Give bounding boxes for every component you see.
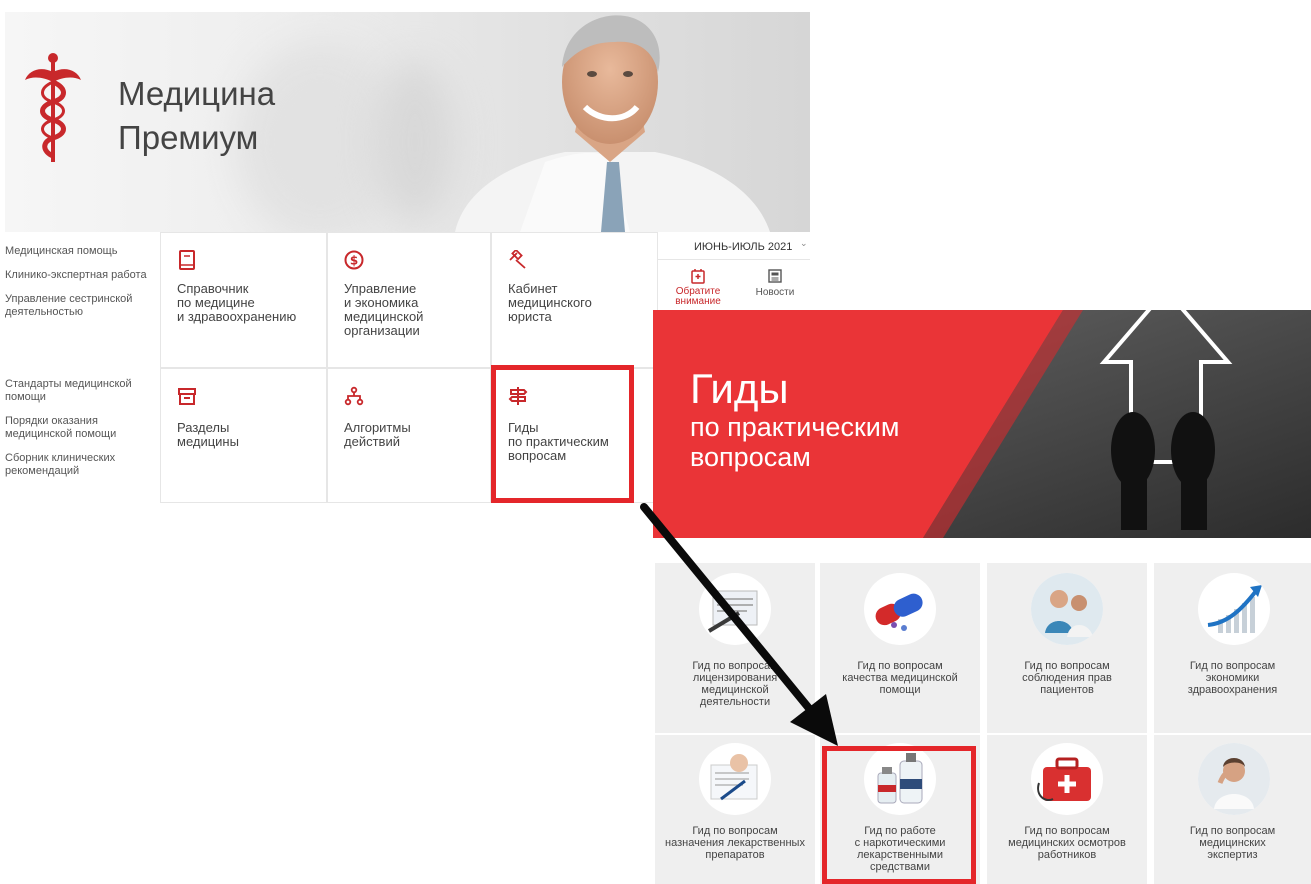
menu-item-clinical-expert[interactable]: Клинико-экспертная работа <box>5 269 160 282</box>
guide-label: Гид по вопросам <box>692 825 778 837</box>
guide-label: медицинских осмотров <box>1008 837 1126 849</box>
guide-label: здравоохранения <box>1187 684 1278 696</box>
guide-tile-prescription[interactable]: Гид по вопросам назначения лекарственных п… <box>655 735 815 884</box>
first-aid-kit-icon <box>1031 743 1103 815</box>
archive-box-icon <box>178 388 196 405</box>
guide-label: соблюдения прав <box>1022 672 1112 684</box>
guides-banner: Гиды по практическим вопросам <box>653 310 1311 538</box>
issue-label: ИЮНЬ-ИЮЛЬ 2021 <box>694 241 793 253</box>
guide-label: Гид по вопросам <box>692 660 778 672</box>
menu-item-recommendations[interactable]: Сборник клинических рекомендаций <box>5 452 160 478</box>
menu-item-standards[interactable]: Стандарты медицинской помощи <box>5 378 160 404</box>
attention-icon <box>691 269 705 284</box>
news-label: Новости <box>755 287 795 298</box>
guide-label: назначения лекарственных <box>665 837 805 849</box>
book-icon <box>179 250 195 270</box>
left-menu-bottom: Стандарты медицинской помощи Порядки ока… <box>5 370 160 500</box>
highlight-box-gidy <box>491 365 634 503</box>
guide-label: помощи <box>879 684 921 696</box>
hero-banner: Медицина Премиум <box>5 12 810 232</box>
left-menu-top: Медицинская помощь Клинико-экспертная ра… <box>5 232 160 367</box>
guide-tile-expertise[interactable]: Гид по вопросам медицинских экспертиз <box>1154 735 1311 884</box>
tile-label: действий <box>344 434 400 449</box>
guide-label: деятельности <box>699 696 771 708</box>
pills-icon <box>864 573 936 645</box>
guide-label: Гид по вопросам <box>1189 660 1276 672</box>
news-button[interactable]: Новости <box>740 264 810 314</box>
guide-label: экономики <box>1205 672 1260 684</box>
tile-label: медицинской <box>344 309 424 324</box>
menu-item-nursing[interactable]: Управление сестринской деятельностью <box>5 293 160 319</box>
banner-title: Гиды <box>690 365 789 412</box>
guide-label: медицинской <box>701 684 769 696</box>
doctor-photo <box>455 15 770 232</box>
tile-algoritmy[interactable]: Алгоритмы действий <box>327 368 491 503</box>
guide-label: качества медицинской <box>842 672 958 684</box>
doctor-patient-icon <box>1031 573 1103 645</box>
prescription-pen-icon <box>699 743 771 815</box>
flowchart-icon <box>344 386 364 406</box>
svg-text:$: $ <box>350 254 358 268</box>
tile-razdely[interactable]: Разделы медицины <box>160 368 327 503</box>
tile-label: Разделы <box>177 420 230 435</box>
tile-label: организации <box>344 323 420 338</box>
guide-label: Гид по вопросам <box>1189 825 1276 837</box>
tired-doctor-icon <box>1198 743 1270 815</box>
caduceus-logo-icon <box>25 53 81 162</box>
tile-kabinet[interactable]: Кабинет медицинского юриста <box>491 232 658 368</box>
attention-button[interactable]: Обратите внимание <box>660 264 736 314</box>
tile-label: Кабинет <box>508 281 558 296</box>
tile-label: и здравоохранению <box>177 309 297 324</box>
guide-tile-licensing[interactable]: Гид по вопросам лицензирования медицинской… <box>655 563 815 733</box>
license-document-icon <box>699 573 771 645</box>
tile-label: медицины <box>177 434 239 449</box>
guide-label: пациентов <box>1040 684 1094 696</box>
banner-subtitle-1: по практическим <box>690 412 900 442</box>
dollar-coin-icon: $ <box>344 250 364 270</box>
guide-label: лицензирования <box>692 672 778 684</box>
menu-item-medical-help[interactable]: Медицинская помощь <box>5 245 160 258</box>
gavel-icon <box>509 250 526 269</box>
tile-spravochnik[interactable]: Справочник по медицине и здравоохранению <box>160 232 327 368</box>
brand-line1: Медицина <box>118 75 276 112</box>
guide-label: Гид по вопросам <box>1024 825 1110 837</box>
tile-label: по медицине <box>177 295 255 310</box>
tile-upravlenie[interactable]: $ Управление и экономика медицинской органи… <box>327 232 491 368</box>
guide-tile-quality[interactable]: Гид по вопросам качества медицинской помощ… <box>820 563 980 733</box>
guide-label: медицинских <box>1199 837 1266 849</box>
guide-label: Гид по вопросам <box>857 660 943 672</box>
attention-line2: внимание <box>675 296 721 307</box>
guide-tile-medical-exams[interactable]: Гид по вопросам медицинских осмотров работ… <box>987 735 1147 884</box>
tile-label: Справочник <box>177 281 249 296</box>
brand-line2: Премиум <box>118 119 259 156</box>
guide-tile-economics[interactable]: Гид по вопросам экономики здравоохранения <box>1154 563 1311 733</box>
brand-title: Медицина Премиум <box>118 72 275 160</box>
highlight-box-narcotics <box>822 746 976 884</box>
tile-label: и экономика <box>344 295 419 310</box>
guide-label: работников <box>1037 849 1097 861</box>
tile-label: медицинского <box>508 295 592 310</box>
chevron-down-icon: ⌄ <box>800 238 808 248</box>
banner-subtitle-2: вопросам <box>690 442 811 472</box>
tile-label: Алгоритмы <box>344 420 411 435</box>
guide-tile-patient-rights[interactable]: Гид по вопросам соблюдения прав пациентов <box>987 563 1147 733</box>
tile-label: Управление <box>344 281 417 296</box>
guide-label: Гид по вопросам <box>1024 660 1110 672</box>
growth-chart-icon <box>1198 573 1270 645</box>
issue-selector[interactable]: ИЮНЬ-ИЮЛЬ 2021 ⌄ <box>658 232 810 260</box>
guide-label: экспертиз <box>1207 849 1258 861</box>
guide-label: препаратов <box>705 849 765 861</box>
tile-label: юриста <box>508 309 552 324</box>
menu-item-procedures[interactable]: Порядки оказания медицинской помощи <box>5 415 160 441</box>
newspaper-icon <box>768 269 782 283</box>
